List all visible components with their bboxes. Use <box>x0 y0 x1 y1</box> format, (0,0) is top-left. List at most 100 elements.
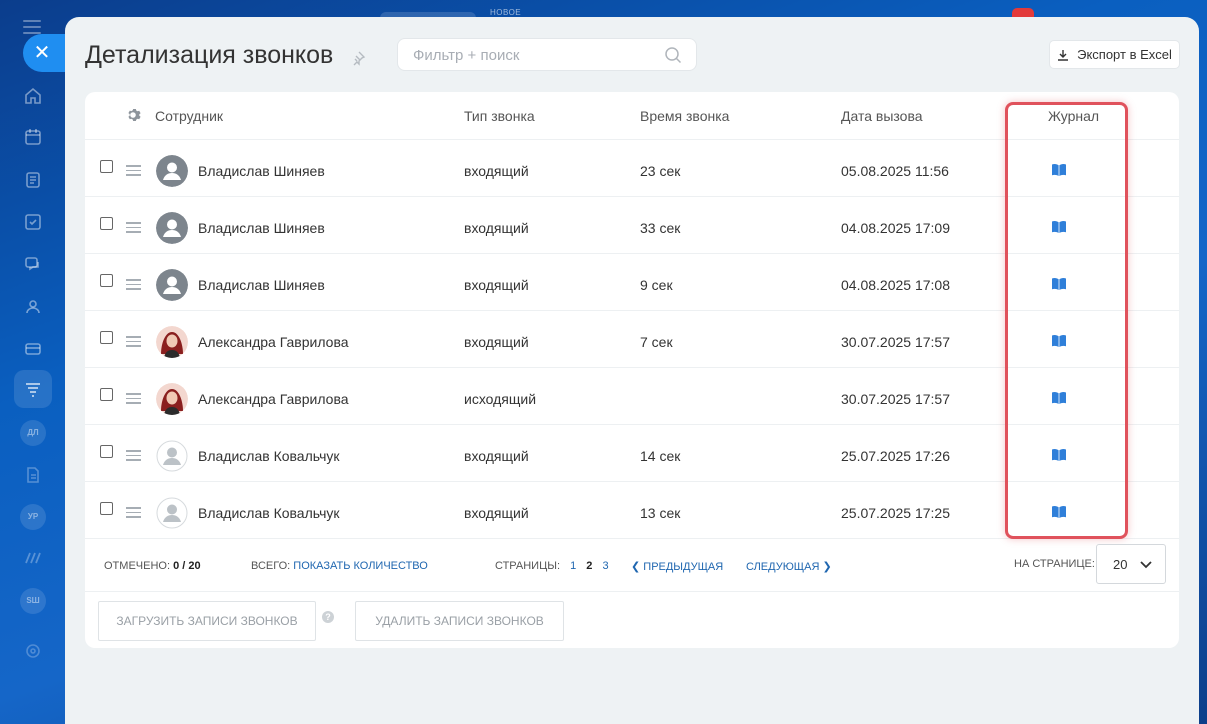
drag-handle-icon[interactable] <box>126 222 141 236</box>
row-checkbox[interactable] <box>100 217 113 230</box>
table-row[interactable]: Владислав Ковальчук входящий 14 сек 25.0… <box>85 425 1179 482</box>
help-icon[interactable]: ? <box>322 611 334 623</box>
column-call-type[interactable]: Тип звонка <box>464 108 535 124</box>
page-link-1[interactable]: 1 <box>570 560 576 572</box>
row-checkbox[interactable] <box>100 502 113 515</box>
chevron-right-icon: ❯ <box>822 561 832 573</box>
employee-name[interactable]: Владислав Ковальчук <box>198 505 340 521</box>
table-row[interactable]: Александра Гаврилова исходящий 30.07.202… <box>85 368 1179 425</box>
show-count-link[interactable]: Показать количество <box>293 560 428 572</box>
total-label: Всего: <box>251 560 291 572</box>
total-counter: Всего: Показать количество <box>251 560 428 572</box>
book-icon[interactable] <box>1051 220 1067 234</box>
call-date: 05.08.2025 11:56 <box>841 163 949 179</box>
book-icon[interactable] <box>1051 448 1067 462</box>
download-icon <box>1058 49 1069 61</box>
book-icon[interactable] <box>1051 391 1067 405</box>
drag-handle-icon[interactable] <box>126 393 141 407</box>
file-icon[interactable] <box>22 464 44 486</box>
employee-name[interactable]: Владислав Ковальчук <box>198 448 340 464</box>
calls-table-card: Сотрудник Тип звонка Время звонка Дата в… <box>85 92 1179 648</box>
menu-icon[interactable] <box>23 20 41 34</box>
drag-handle-icon[interactable] <box>126 450 141 464</box>
call-type: входящий <box>464 277 529 293</box>
sidebar-pill-ur[interactable]: УР <box>20 504 46 530</box>
table-row[interactable]: Владислав Шиняев входящий 9 сек 04.08.20… <box>85 254 1179 311</box>
book-icon[interactable] <box>1051 163 1067 177</box>
table-row[interactable]: Александра Гаврилова входящий 7 сек 30.0… <box>85 311 1179 368</box>
call-duration: 33 сек <box>640 220 681 236</box>
filter-search[interactable] <box>397 38 697 71</box>
export-excel-button[interactable]: Экспорт в Excel <box>1050 41 1179 68</box>
calendar-icon[interactable] <box>22 126 44 148</box>
funnel-icon[interactable] <box>22 378 44 400</box>
topbar-new-label: НОВОЕ <box>490 8 522 17</box>
gear-icon[interactable] <box>125 107 141 123</box>
delete-records-button[interactable]: Удалить записи звонков <box>355 601 564 641</box>
call-type: входящий <box>464 505 529 521</box>
close-slider-button[interactable]: ✕ <box>23 34 67 72</box>
book-icon[interactable] <box>1051 334 1067 348</box>
pin-icon[interactable] <box>350 50 366 66</box>
call-duration: 13 сек <box>640 505 681 521</box>
employee-name[interactable]: Александра Гаврилова <box>198 334 349 350</box>
table-row[interactable]: Владислав Шиняев входящий 33 сек 04.08.2… <box>85 197 1179 254</box>
row-checkbox[interactable] <box>100 445 113 458</box>
employee-name[interactable]: Владислав Шиняев <box>198 163 325 179</box>
home-icon[interactable] <box>22 85 44 107</box>
export-label: Экспорт в Excel <box>1077 47 1172 62</box>
brand-icon[interactable] <box>22 546 44 568</box>
call-date: 30.07.2025 17:57 <box>841 391 950 407</box>
prev-page-link[interactable]: ❮ Предыдущая <box>631 560 723 573</box>
call-type: исходящий <box>464 391 537 407</box>
load-records-button[interactable]: Загрузить записи звонков <box>98 601 316 641</box>
row-checkbox[interactable] <box>100 274 113 287</box>
chat-icon[interactable] <box>22 253 44 275</box>
row-checkbox[interactable] <box>100 160 113 173</box>
users-icon[interactable] <box>22 296 44 318</box>
page-title: Детализация звонков <box>85 41 334 69</box>
row-checkbox[interactable] <box>100 331 113 344</box>
call-duration: 23 сек <box>640 163 681 179</box>
page-link-3[interactable]: 3 <box>602 560 608 572</box>
table-row[interactable]: Владислав Ковальчук входящий 13 сек 25.0… <box>85 482 1179 539</box>
column-journal[interactable]: Журнал <box>1048 108 1099 124</box>
call-date: 04.08.2025 17:09 <box>841 220 950 236</box>
card-icon[interactable] <box>22 338 44 360</box>
search-icon[interactable] <box>664 46 682 64</box>
avatar <box>156 326 188 358</box>
settings-icon[interactable] <box>22 640 44 662</box>
next-page-link[interactable]: Следующая ❯ <box>746 560 832 573</box>
call-date: 25.07.2025 17:26 <box>841 448 950 464</box>
tasks-icon[interactable] <box>22 211 44 233</box>
pagination: Страницы: 1 2 3 <box>495 560 609 572</box>
search-input[interactable] <box>413 47 653 64</box>
sidebar-pill-sh[interactable]: SШ <box>20 588 46 614</box>
column-call-date[interactable]: Дата вызова <box>841 108 923 124</box>
employee-name[interactable]: Владислав Шиняев <box>198 277 325 293</box>
chevron-left-icon: ❮ <box>631 561 641 573</box>
drag-handle-icon[interactable] <box>126 507 141 521</box>
left-sidebar: ✕ ДЛ УР SШ <box>0 0 67 724</box>
book-icon[interactable] <box>1051 505 1067 519</box>
avatar <box>156 383 188 415</box>
employee-name[interactable]: Владислав Шиняев <box>198 220 325 236</box>
call-type: входящий <box>464 448 529 464</box>
drag-handle-icon[interactable] <box>126 336 141 350</box>
drag-handle-icon[interactable] <box>126 279 141 293</box>
document-icon[interactable] <box>22 169 44 191</box>
drag-handle-icon[interactable] <box>126 165 141 179</box>
column-call-time[interactable]: Время звонка <box>640 108 729 124</box>
table-header: Сотрудник Тип звонка Время звонка Дата в… <box>85 92 1179 140</box>
employee-name[interactable]: Александра Гаврилова <box>198 391 349 407</box>
per-page-label: На странице: <box>1014 558 1095 570</box>
per-page-select[interactable]: 20 <box>1096 544 1166 584</box>
next-label: Следующая <box>746 561 820 573</box>
sidebar-pill-dl[interactable]: ДЛ <box>20 420 46 446</box>
column-employee[interactable]: Сотрудник <box>155 108 223 124</box>
avatar <box>156 212 188 244</box>
row-checkbox[interactable] <box>100 388 113 401</box>
table-row[interactable]: Владислав Шиняев входящий 23 сек 05.08.2… <box>85 140 1179 197</box>
page-link-2[interactable]: 2 <box>586 560 592 572</box>
book-icon[interactable] <box>1051 277 1067 291</box>
